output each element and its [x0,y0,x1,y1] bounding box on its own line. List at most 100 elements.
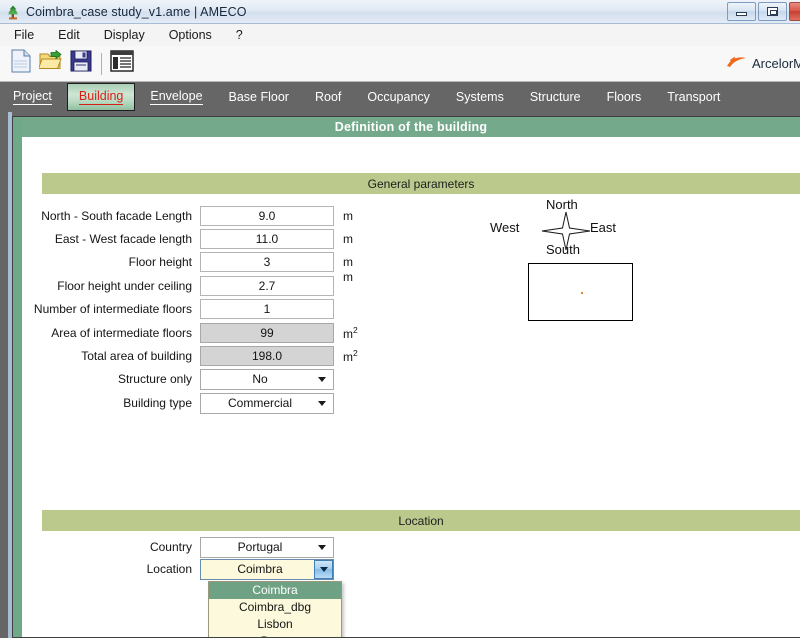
field-label: Floor height [128,255,192,269]
number-of-intermediate-floors-input[interactable]: 1 [200,299,334,319]
total-area-of-building-value: 198.0 [200,346,334,366]
field-row-north-south-facade-length: North - South facade Length 9.0 m [22,206,353,226]
tab-project[interactable]: Project [0,82,65,112]
field-label: Structure only [117,372,192,386]
orientation-diagram: North West East South [490,197,690,377]
tab-envelope[interactable]: Envelope [137,82,215,112]
field-unit: m [343,232,353,246]
tab-label: Envelope [150,89,203,105]
field-label: Number of intermediate floors [33,302,192,316]
tab-occupancy[interactable]: Occupancy [354,82,443,112]
tree-icon [5,4,21,20]
close-button[interactable] [789,2,800,21]
dropdown-option-porto[interactable]: Porto [209,633,341,637]
chevron-down-icon [319,566,328,572]
tab-transport[interactable]: Transport [654,82,733,112]
tab-strip: Project Building Envelope Base Floor Roo… [0,82,800,112]
content-panel: Definition of the building General param… [12,116,800,638]
tab-systems[interactable]: Systems [443,82,517,112]
floor-height-under-ceiling-input[interactable]: 2.7 [200,276,334,296]
location-dropdown-list[interactable]: Coimbra Coimbra_dbg Lisbon Porto [208,581,342,637]
arcelormittal-mark-icon [726,55,748,72]
tab-label: Occupancy [367,89,430,104]
dropdown-option-coimbra[interactable]: Coimbra [209,582,341,599]
maximize-icon [767,7,778,16]
compass-star-icon [541,211,591,251]
section-header-location: Location [42,510,800,531]
tab-label: Transport [667,89,721,104]
application-window: Coimbra_case study_v1.ame | AMECO File E… [0,0,800,638]
save-icon [70,50,92,77]
chevron-down-icon [318,401,326,406]
new-document-button[interactable] [6,49,36,79]
structure-only-select[interactable]: No [200,368,334,390]
toolbar: ArcelorM [0,46,800,82]
building-type-value: Commercial [227,396,292,410]
floor-height-input[interactable]: 3 [200,252,334,272]
field-row-number-of-intermediate-floors: Number of intermediate floors 1 [22,299,334,319]
field-label: Floor height under ceiling [57,279,192,293]
field-row-floor-height: Floor height 3 m [22,252,353,272]
field-row-area-of-intermediate-floors: Area of intermediate floors 99 m2 [22,323,358,343]
menu-item-options[interactable]: Options [169,28,212,42]
minimize-button[interactable] [727,2,756,21]
field-row-total-area-of-building: Total area of building 198.0 m2 [22,346,358,366]
section-header-general-parameters: General parameters [42,173,800,194]
east-west-facade-length-input[interactable]: 11.0 [200,229,334,249]
compass-label-east: East [590,220,617,235]
chevron-down-icon [318,377,326,382]
field-label: North - South facade Length [41,209,192,223]
tab-structure[interactable]: Structure [517,82,594,112]
field-row-east-west-facade-length: East - West facade length 11.0 m [22,229,353,249]
save-button[interactable] [66,49,96,79]
country-select[interactable]: Portugal [200,536,334,558]
tab-base-floor[interactable]: Base Floor [216,82,302,112]
compass-label-west: West [490,220,520,235]
tab-label: Base Floor [228,89,289,104]
brand-name: ArcelorM [751,56,800,71]
field-label: Building type [123,396,192,410]
dropdown-option-coimbra-dbg[interactable]: Coimbra_dbg [209,599,341,616]
page-title: Definition of the building [22,117,800,137]
location-dropdown-button[interactable] [314,559,333,579]
structure-only-value: No [252,372,268,386]
dropdown-option-lisbon[interactable]: Lisbon [209,616,341,633]
maximize-button[interactable] [758,2,787,21]
menu-item-help[interactable]: ? [236,28,243,42]
report-icon [110,50,134,77]
building-type-select[interactable]: Commercial [200,392,334,414]
north-south-facade-length-input[interactable]: 9.0 [200,206,334,226]
building-plan-rectangle [528,263,633,321]
open-folder-icon [37,49,63,77]
tab-label: Structure [529,89,581,104]
field-unit: m [343,270,353,284]
location-select[interactable]: Coimbra [200,558,334,580]
tab-roof[interactable]: Roof [302,82,354,112]
tab-label: Building [78,89,124,105]
tab-label: Floors [606,89,642,104]
window-controls [727,2,800,21]
field-row-country: Country Portugal [22,536,334,558]
menu-item-display[interactable]: Display [104,28,145,42]
chevron-down-icon [318,545,326,550]
country-value: Portugal [237,540,283,554]
minimize-icon [736,12,747,16]
panel-left-accent [13,117,22,637]
menu-item-edit[interactable]: Edit [58,28,80,42]
window-title: Coimbra_case study_v1.ame | AMECO [26,4,247,19]
field-unit: m [343,255,353,269]
field-row-building-type: Building type Commercial [22,392,334,414]
open-folder-button[interactable] [36,49,66,79]
menu-bar: File Edit Display Options ? [0,24,800,46]
field-row-floor-height-under-ceiling: Floor height under ceiling 2.7 m [22,270,353,296]
tab-label: Systems [455,89,504,104]
field-row-location: Location Coimbra [22,558,334,580]
menu-item-file[interactable]: File [14,28,34,42]
field-unit: m2 [343,348,358,364]
tab-building[interactable]: Building [66,83,136,111]
field-unit: m2 [343,325,358,341]
tab-floors[interactable]: Floors [594,82,655,112]
field-row-structure-only: Structure only No [22,368,334,390]
report-button[interactable] [107,49,137,79]
plan-marker [581,292,583,294]
